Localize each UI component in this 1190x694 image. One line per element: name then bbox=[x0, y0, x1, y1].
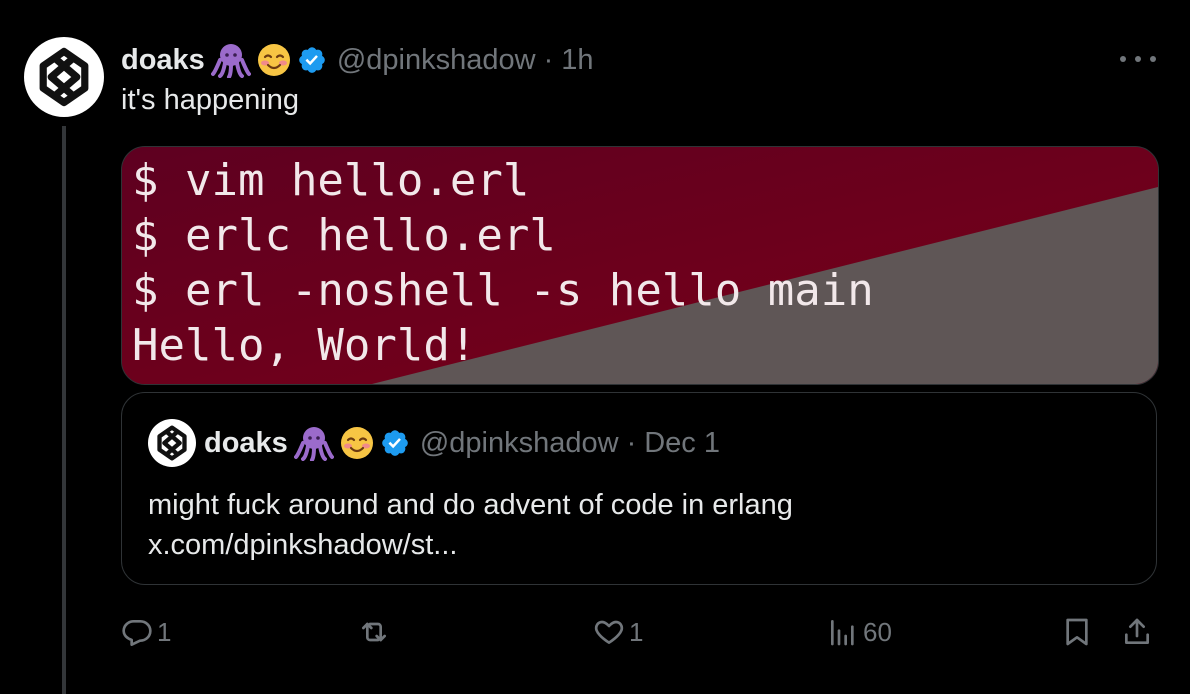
analytics-bars-icon bbox=[827, 616, 859, 648]
reply-icon bbox=[121, 616, 153, 648]
share-icon bbox=[1121, 616, 1153, 648]
octopus-emoji-icon bbox=[293, 425, 334, 461]
reply-button[interactable]: 1 bbox=[121, 610, 171, 654]
views-count: 60 bbox=[863, 616, 892, 647]
quoted-tweet-card[interactable]: doaks @dpinkshadow · Dec 1 might fuck ar… bbox=[121, 392, 1157, 585]
like-count: 1 bbox=[629, 616, 644, 647]
terminal-line: $ erlc hello.erl bbox=[132, 210, 556, 261]
quoted-tweet-text: might fuck around and do advent of code … bbox=[148, 485, 793, 565]
thread-line bbox=[62, 126, 66, 694]
author-name[interactable]: doaks bbox=[121, 44, 205, 77]
knot-logo-icon bbox=[39, 47, 89, 107]
more-options-icon[interactable] bbox=[1120, 44, 1156, 74]
terminal-text: $ vim hello.erl $ erlc hello.erl $ erl -… bbox=[132, 153, 874, 373]
quoted-tweet-date: Dec 1 bbox=[644, 426, 720, 459]
quoted-tweet-header: doaks @dpinkshadow · Dec 1 bbox=[204, 421, 720, 465]
tweet-text: it's happening bbox=[121, 84, 300, 116]
verified-badge-icon bbox=[380, 428, 410, 458]
tweet-actions-bar: 1 1 60 bbox=[121, 610, 1161, 654]
tweet-header: doaks @dpinkshadow · 1h bbox=[121, 40, 594, 80]
quoted-author-name: doaks bbox=[204, 426, 288, 459]
smiling-face-emoji-icon bbox=[257, 43, 291, 77]
smiling-face-emoji-icon bbox=[340, 426, 374, 460]
heart-icon bbox=[593, 616, 625, 648]
reply-count: 1 bbox=[157, 616, 172, 647]
quoted-author-handle: @dpinkshadow bbox=[419, 426, 619, 459]
terminal-line: $ vim hello.erl bbox=[132, 155, 530, 206]
quoted-tweet-line: might fuck around and do advent of code … bbox=[148, 489, 793, 521]
author-handle[interactable]: @dpinkshadow bbox=[337, 44, 536, 77]
quoted-author-avatar[interactable] bbox=[148, 419, 196, 467]
separator-dot: · bbox=[626, 426, 637, 459]
tweet-media-image[interactable]: $ vim hello.erl $ erlc hello.erl $ erl -… bbox=[121, 146, 1159, 385]
octopus-emoji-icon bbox=[210, 42, 251, 78]
repost-button[interactable] bbox=[357, 610, 391, 654]
like-button[interactable]: 1 bbox=[593, 610, 643, 654]
quoted-tweet-link: x.com/dpinkshadow/st... bbox=[148, 529, 458, 561]
knot-logo-icon bbox=[157, 425, 187, 461]
author-avatar[interactable] bbox=[24, 37, 104, 117]
verified-badge-icon[interactable] bbox=[297, 45, 327, 75]
terminal-line: $ erl -noshell -s hello main bbox=[132, 265, 874, 316]
terminal-line: Hello, World! bbox=[132, 320, 477, 371]
repost-icon bbox=[357, 616, 391, 648]
share-button[interactable] bbox=[1121, 610, 1153, 654]
bookmark-icon bbox=[1061, 616, 1093, 648]
bookmark-button[interactable] bbox=[1061, 610, 1093, 654]
tweet-timestamp[interactable]: 1h bbox=[561, 44, 593, 77]
views-button[interactable]: 60 bbox=[827, 610, 892, 654]
separator-dot: · bbox=[543, 43, 554, 76]
